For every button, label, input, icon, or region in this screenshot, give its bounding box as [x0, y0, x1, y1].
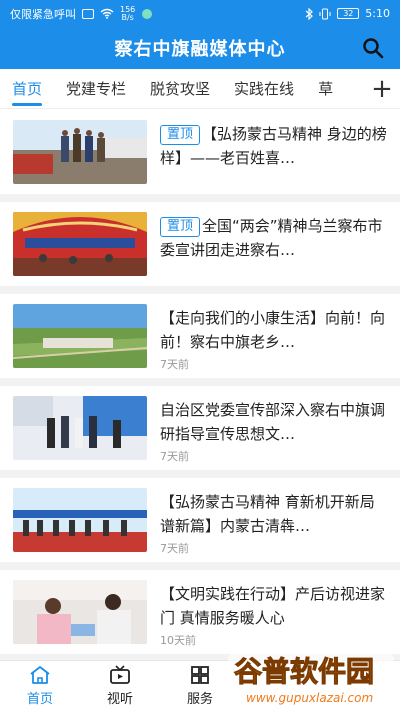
- news-item[interactable]: 【文明实践在行动】产后访视进家门 真情服务暖人心 10天前: [0, 570, 400, 662]
- news-list: 置顶 【弘扬蒙古马精神 身边的榜样】——老百姓喜… 置顶 全国“两会”精神乌兰察布市…: [0, 110, 400, 662]
- news-item[interactable]: 自治区党委宣传部深入察右中旗调研指导宣传思想文… 7天前: [0, 386, 400, 478]
- tab-party-building[interactable]: 党建专栏: [66, 69, 126, 108]
- search-icon[interactable]: [362, 37, 384, 59]
- watermark-logo: 谷普软件园 www.gupuxlazai.com: [228, 653, 394, 705]
- tab-practice-online[interactable]: 实践在线: [234, 69, 294, 108]
- nav-home-label: 首页: [26, 692, 53, 707]
- app-notification-icon: [142, 8, 153, 19]
- nav-media-label: 视听: [106, 692, 133, 707]
- sim-icon: [82, 8, 94, 19]
- home-icon: [30, 666, 50, 684]
- net-speed: 156 B/s: [120, 5, 135, 22]
- pinned-badge: 置顶: [160, 217, 201, 237]
- news-time: 7天前: [160, 542, 189, 555]
- pinned-badge: 置顶: [160, 125, 201, 145]
- news-thumbnail: [13, 304, 147, 368]
- news-time: 7天前: [160, 358, 189, 371]
- news-title: 【文明实践在行动】产后访视进家门 真情服务暖人心: [160, 585, 386, 627]
- nav-services-label: 服务: [186, 692, 213, 707]
- nav-home[interactable]: 首页: [0, 661, 80, 711]
- news-thumbnail: [13, 212, 147, 276]
- clock-time: 5:10: [365, 7, 390, 20]
- watermark-brand: 谷普软件园: [234, 655, 374, 688]
- news-time: 7天前: [160, 450, 189, 463]
- bluetooth-icon: [305, 7, 314, 20]
- status-bar: 仅限紧急呼叫 156 B/s 32 5:10: [0, 0, 400, 27]
- news-time: 10天前: [160, 634, 196, 647]
- tab-grassland[interactable]: 草: [318, 69, 333, 108]
- header: 察右中旗融媒体中心: [0, 27, 400, 69]
- news-title: 置顶 【弘扬蒙古马精神 身边的榜样】——老百姓喜…: [160, 122, 388, 170]
- nav-media[interactable]: 视听: [80, 661, 160, 711]
- vibrate-icon: [319, 8, 331, 19]
- category-tabs: 首页 党建专栏 脱贫攻坚 实践在线 草 +: [0, 69, 400, 109]
- news-title: 【弘扬蒙古马精神 育新机开新局谱新篇】内蒙古清犇…: [160, 493, 375, 535]
- news-title: 【走向我们的小康生活】向前！向前！察右中旗老乡…: [160, 309, 386, 351]
- news-item[interactable]: 【走向我们的小康生活】向前！向前！察右中旗老乡… 7天前: [0, 294, 400, 386]
- carrier-text: 仅限紧急呼叫: [10, 7, 76, 21]
- news-item[interactable]: 置顶 全国“两会”精神乌兰察布市委宣讲团走进察右…: [0, 202, 400, 294]
- news-item[interactable]: 置顶 【弘扬蒙古马精神 身边的榜样】——老百姓喜…: [0, 110, 400, 202]
- tab-poverty-alleviation[interactable]: 脱贫攻坚: [150, 69, 210, 108]
- tab-home[interactable]: 首页: [12, 69, 43, 108]
- news-title: 置顶 全国“两会”精神乌兰察布市委宣讲团走进察右…: [160, 214, 388, 262]
- page-title: 察右中旗融媒体中心: [114, 39, 286, 60]
- tv-icon: [110, 665, 130, 684]
- news-title: 自治区党委宣传部深入察右中旗调研指导宣传思想文…: [160, 401, 386, 443]
- news-thumbnail: [13, 120, 147, 184]
- grid-icon: [191, 666, 209, 684]
- news-item[interactable]: 【弘扬蒙古马精神 育新机开新局谱新篇】内蒙古清犇… 7天前: [0, 478, 400, 570]
- news-thumbnail: [13, 580, 147, 644]
- battery-icon: 32: [337, 8, 360, 19]
- news-thumbnail: [13, 396, 147, 460]
- net-speed-unit: B/s: [121, 12, 134, 22]
- wifi-icon: [100, 8, 114, 19]
- news-thumbnail: [13, 488, 147, 552]
- watermark-url: www.gupuxlazai.com: [246, 691, 373, 705]
- add-tab-button[interactable]: +: [364, 69, 400, 108]
